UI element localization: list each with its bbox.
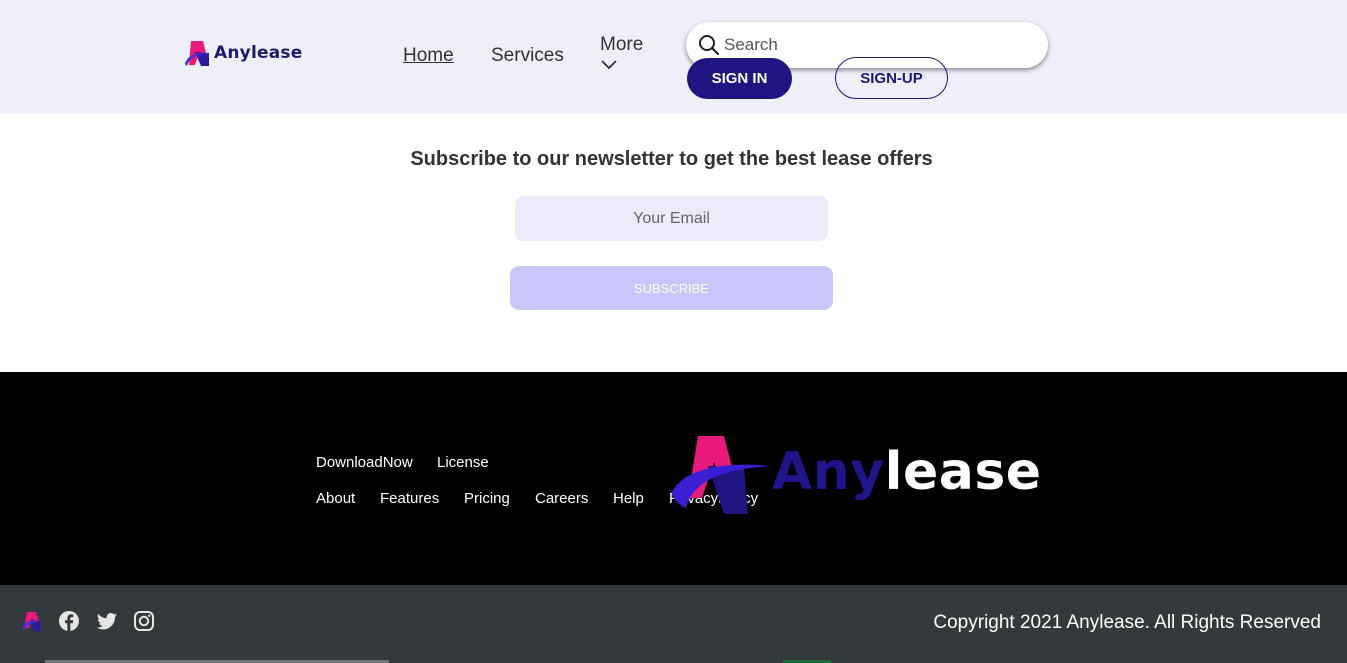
anylease-logo-icon [672, 436, 772, 514]
sign-in-button[interactable]: SIGN IN [687, 58, 792, 99]
logo-text: Anylease [214, 43, 303, 63]
nav-home-link[interactable]: Home [403, 45, 454, 67]
twitter-icon[interactable] [96, 610, 118, 632]
footer-logo-any: Any [772, 442, 885, 502]
newsletter-title: Subscribe to our newsletter to get the b… [410, 148, 933, 170]
footer-link-features[interactable]: Features [380, 490, 439, 507]
site-footer: DownloadNow License About Features Prici… [0, 372, 1347, 585]
bottom-bar: Copyright 2021 Anylease. All Rights Rese… [0, 585, 1347, 663]
subscribe-button[interactable]: SUBSCRIBE [510, 266, 833, 310]
footer-logo[interactable]: Anylease [668, 432, 1041, 522]
footer-link-about[interactable]: About [316, 490, 355, 507]
footer-link-help[interactable]: Help [613, 490, 644, 507]
nav-services-link[interactable]: Services [491, 45, 564, 67]
anylease-logo-icon[interactable] [21, 610, 43, 632]
footer-link-pricing[interactable]: Pricing [464, 490, 510, 507]
footer-logo-lease: lease [884, 442, 1042, 502]
instagram-icon[interactable] [133, 610, 155, 632]
facebook-icon[interactable] [58, 610, 80, 632]
footer-link-careers[interactable]: Careers [535, 490, 588, 507]
sign-up-button[interactable]: SIGN-UP [835, 57, 948, 99]
chevron-down-icon[interactable] [600, 58, 618, 72]
copyright-text: Copyright 2021 Anylease. All Rights Rese… [933, 612, 1321, 633]
search-icon[interactable] [698, 34, 720, 56]
footer-link-downloadnow[interactable]: DownloadNow [316, 454, 413, 471]
site-header: Anylease Home Services More SIGN IN SIGN… [0, 0, 1347, 114]
nav-more-link[interactable]: More [600, 34, 643, 56]
footer-link-license[interactable]: License [437, 454, 489, 471]
anylease-logo-icon [185, 41, 209, 66]
email-field[interactable] [515, 196, 828, 241]
search-input[interactable] [724, 35, 1024, 55]
header-logo[interactable]: Anylease [184, 38, 302, 68]
